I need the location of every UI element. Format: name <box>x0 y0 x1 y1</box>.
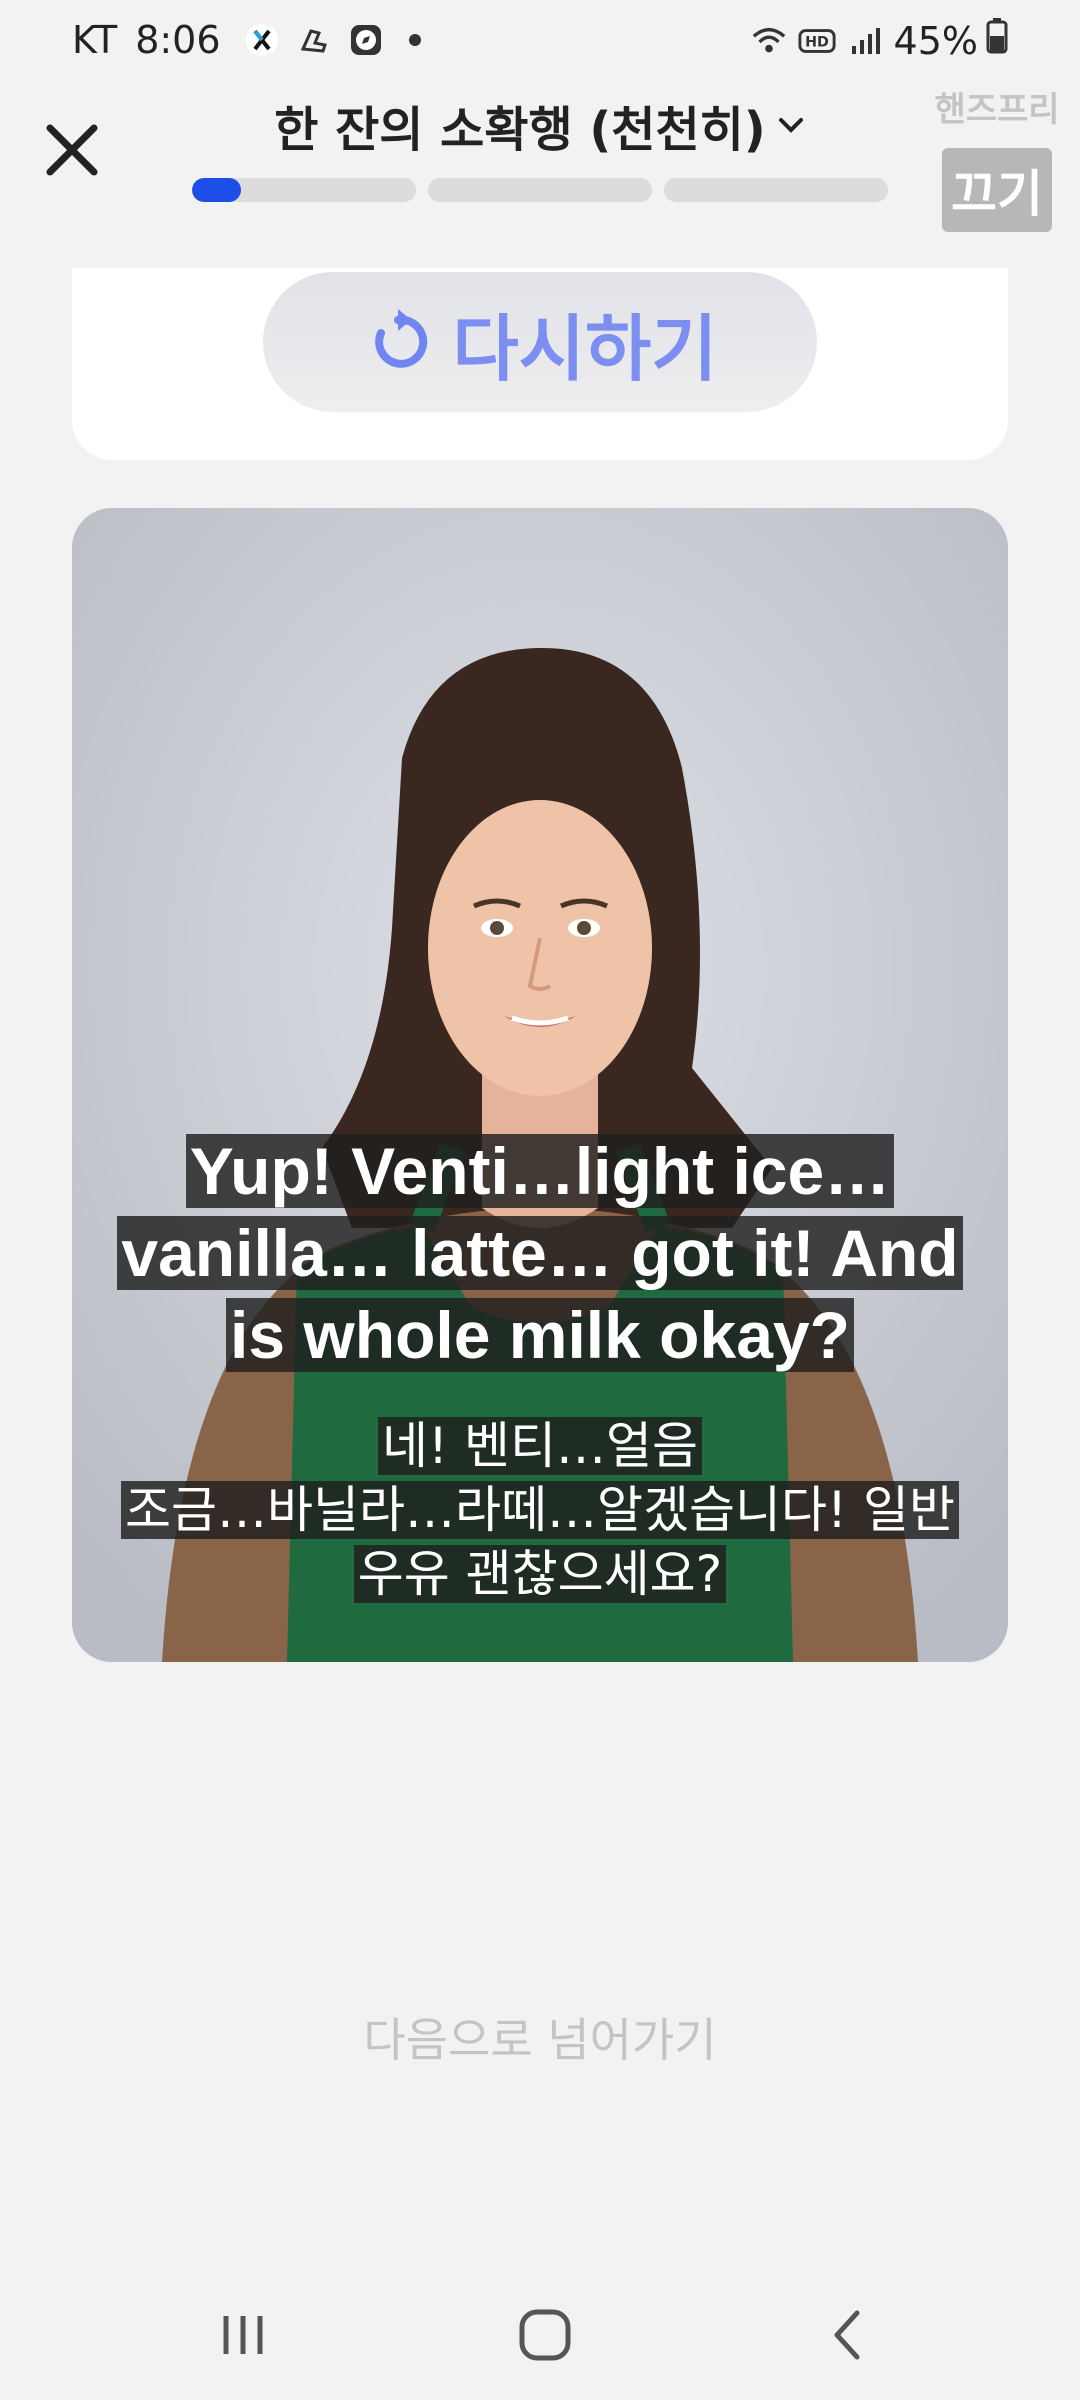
chevron-down-icon <box>776 110 806 140</box>
back-icon <box>834 2310 860 2360</box>
progress-segment <box>192 178 416 202</box>
battery-percent: 45% <box>893 18 978 63</box>
retry-button[interactable]: 다시하기 <box>263 272 817 412</box>
retry-card: 다시하기 <box>72 268 1008 460</box>
subtitle-line: 네! 벤티…얼음 <box>72 1414 1008 1478</box>
handsfree-overlay: 핸즈프리 끄기 <box>922 88 1072 232</box>
svg-text:HD: HD <box>805 34 829 50</box>
subtitle-line: 우유 괜찮으세요? <box>72 1542 1008 1606</box>
subtitle-text: vanilla… latte… got it! And <box>117 1216 963 1290</box>
recent-apps-button[interactable] <box>198 2290 288 2380</box>
progress-segment <box>428 178 652 202</box>
video-player[interactable]: Yup! Venti…light ice… vanilla… latte… go… <box>72 508 1008 1662</box>
english-subtitle: Yup! Venti…light ice… vanilla… latte… go… <box>72 1130 1008 1376</box>
system-nav-bar <box>0 2270 1080 2400</box>
handsfree-label: 핸즈프리 <box>934 90 1060 130</box>
retry-label: 다시하기 <box>452 306 718 391</box>
subtitle-text: 조금…바닐라…라떼…알겠습니다! 일반 <box>121 1481 959 1539</box>
signal-icon <box>846 22 884 60</box>
subtitle-text: Yup! Venti…light ice… <box>185 1134 895 1208</box>
carrier-label: KT <box>72 18 118 62</box>
progress-fill <box>192 178 242 202</box>
wifi-icon <box>750 22 788 60</box>
lesson-header: 한 잔의 소확행 (천천히) 핸즈프리 끄기 <box>0 88 1080 274</box>
x-app-icon <box>243 21 281 59</box>
korean-subtitle: 네! 벤티…얼음 조금…바닐라…라떼…알겠습니다! 일반 우유 괜찮으세요? <box>72 1414 1008 1606</box>
subtitle-text: 네! 벤티…얼음 <box>378 1417 702 1475</box>
home-button[interactable] <box>500 2290 590 2380</box>
close-icon <box>46 124 98 176</box>
lesson-progress <box>192 178 900 202</box>
status-left: KT 8:06 <box>72 18 421 62</box>
subtitle-text: is whole milk okay? <box>226 1298 854 1372</box>
sneaker-icon <box>295 21 333 59</box>
subtitle-line: is whole milk okay? <box>72 1294 1008 1376</box>
compass-icon <box>347 21 385 59</box>
next-button[interactable]: 다음으로 넘어가기 <box>0 2004 1080 2070</box>
home-icon <box>519 2309 571 2361</box>
subtitle-line: Yup! Venti…light ice… <box>72 1130 1008 1212</box>
status-bar: KT 8:06 HD 45% <box>0 0 1080 88</box>
subtitle-line: 조금…바닐라…라떼…알겠습니다! 일반 <box>72 1478 1008 1542</box>
lesson-title: 한 잔의 소확행 (천천히) <box>274 102 766 158</box>
status-right: HD 45% <box>750 18 1008 63</box>
subtitle-line: vanilla… latte… got it! And <box>72 1212 1008 1294</box>
subtitle-text: 우유 괜찮으세요? <box>353 1545 727 1603</box>
battery-icon <box>986 18 1008 63</box>
progress-segment <box>664 178 888 202</box>
clock: 8:06 <box>135 18 221 62</box>
refresh-icon <box>374 309 427 368</box>
hd-icon: HD <box>798 22 836 60</box>
lesson-title-dropdown[interactable]: 한 잔의 소확행 (천천히) <box>250 88 830 162</box>
back-button[interactable] <box>802 2290 892 2380</box>
close-button[interactable] <box>38 116 106 184</box>
handsfree-off-button[interactable]: 끄기 <box>942 148 1052 232</box>
recent-apps-icon <box>223 2316 263 2354</box>
notification-dot-icon <box>408 34 421 46</box>
